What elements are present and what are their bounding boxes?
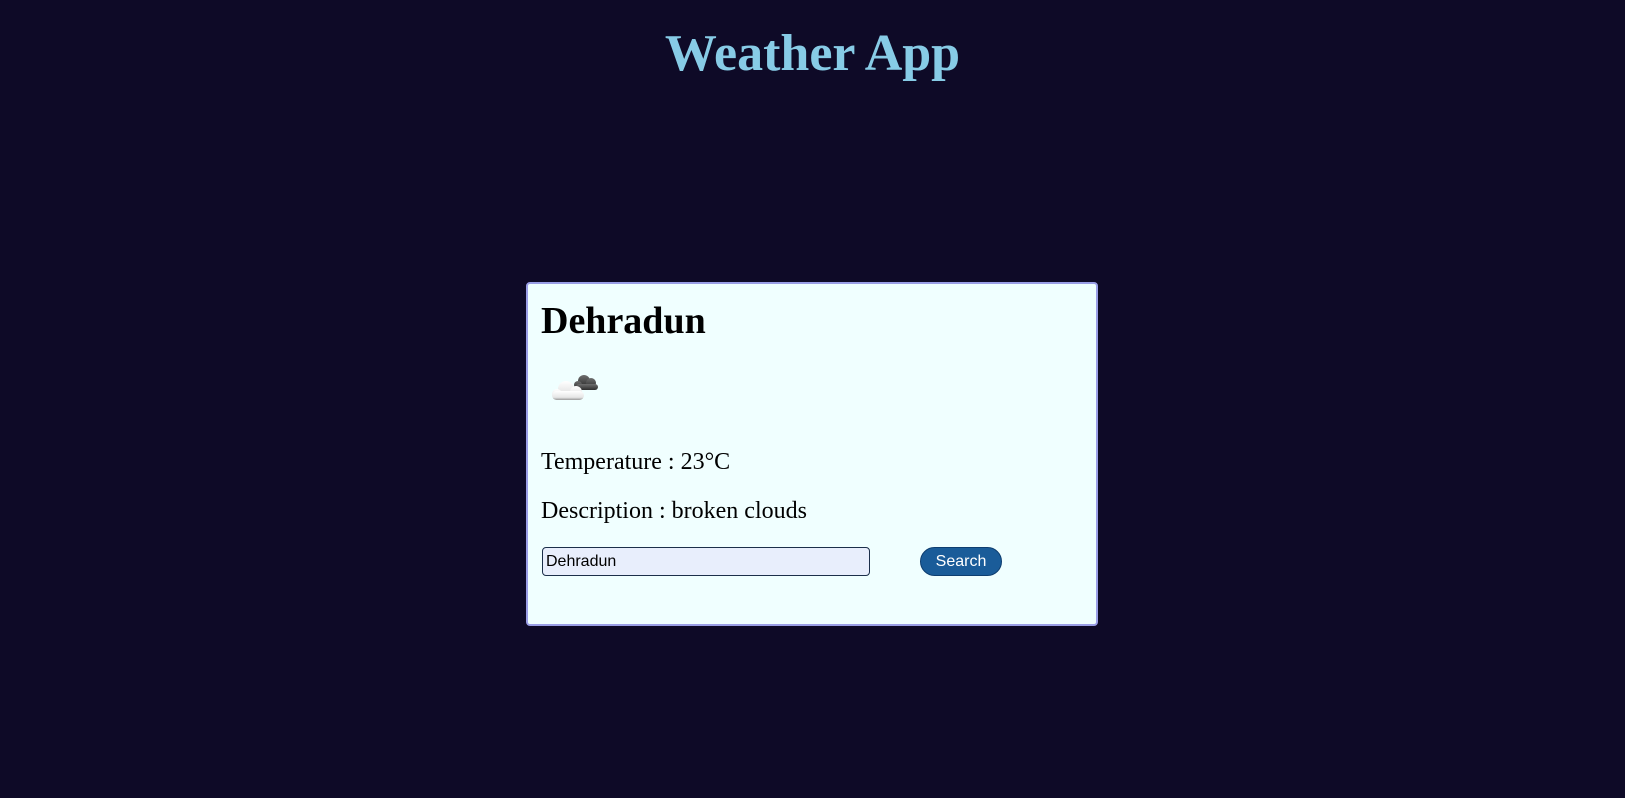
- description-text: Description : broken clouds: [541, 498, 807, 524]
- broken-clouds-icon: [546, 370, 602, 406]
- app-title: Weather App: [664, 25, 961, 82]
- city-search-input[interactable]: [542, 547, 870, 576]
- temperature-text: Temperature : 23°C: [541, 449, 731, 475]
- weather-card: Dehradun Temperature: 23°C Description …: [526, 282, 1098, 626]
- city-name: Dehradun: [541, 300, 706, 342]
- search-button[interactable]: Search: [920, 547, 1002, 576]
